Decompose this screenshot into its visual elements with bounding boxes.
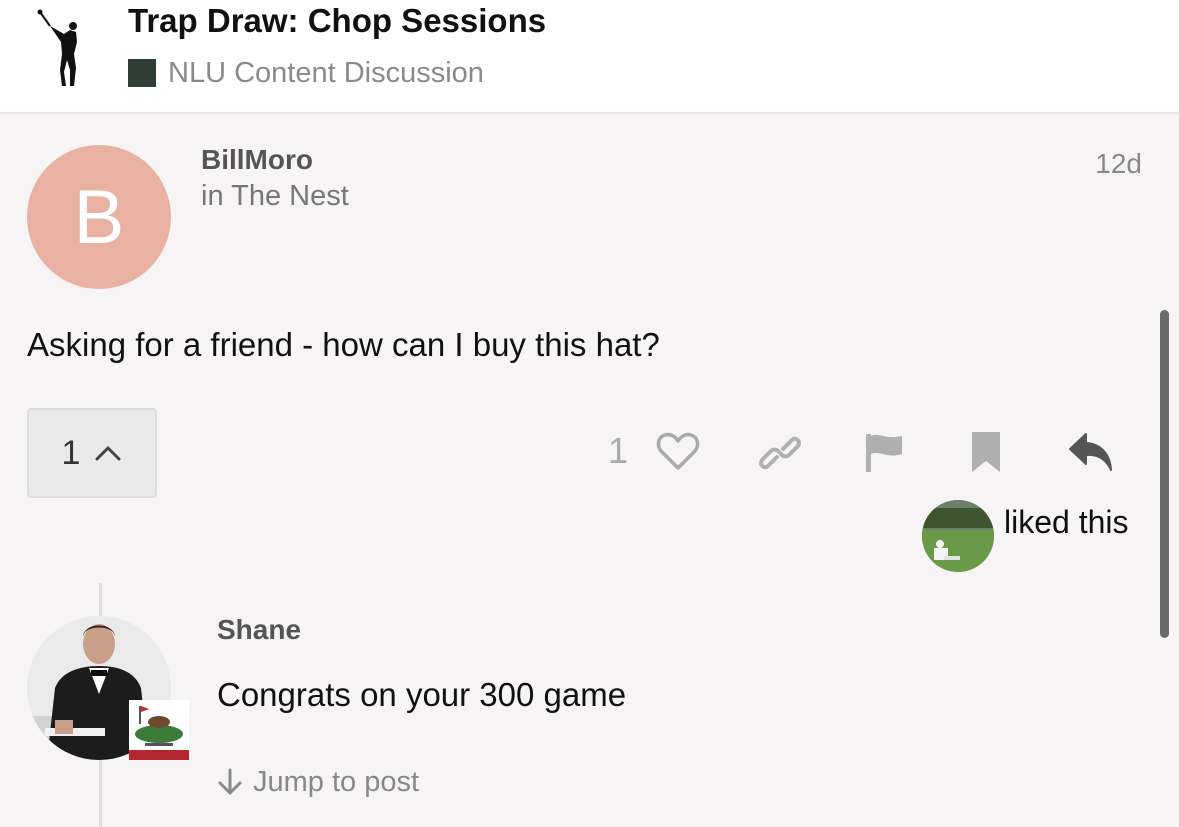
bookmark-icon[interactable] [970, 430, 1002, 474]
reply-username[interactable]: Shane [217, 614, 301, 646]
vote-count: 1 [61, 433, 81, 472]
topic-title[interactable]: Trap Draw: Chop Sessions [128, 2, 546, 40]
chevron-up-icon [95, 446, 121, 461]
avatar-letter: B [73, 174, 125, 260]
topic-header: Trap Draw: Chop Sessions NLU Content Dis… [0, 0, 1179, 114]
jump-to-post-link[interactable]: Jump to post [217, 762, 419, 802]
heart-icon[interactable] [656, 432, 700, 472]
reply-body: Congrats on your 300 game [217, 676, 627, 713]
upvote-button[interactable]: 1 [27, 408, 157, 498]
post-username[interactable]: BillMoro [201, 144, 313, 176]
post-age[interactable]: 12d [1095, 148, 1142, 180]
avatar[interactable]: B [27, 145, 171, 289]
liked-by-avatar[interactable] [922, 500, 994, 572]
category-color-swatch [128, 59, 156, 87]
post-body: Asking for a friend - how can I buy this… [27, 326, 660, 363]
link-icon[interactable] [758, 435, 802, 471]
category-link[interactable]: NLU Content Discussion [128, 56, 484, 90]
category-name: NLU Content Discussion [168, 56, 484, 89]
california-flag-icon [129, 700, 189, 760]
post-category[interactable]: in The Nest [201, 180, 349, 213]
golfer-logo-icon[interactable] [30, 8, 96, 88]
scrollbar[interactable] [1160, 310, 1169, 638]
flag-icon[interactable] [864, 432, 904, 474]
like-count[interactable]: 1 [608, 430, 628, 472]
liked-this-text: liked this [1004, 504, 1129, 540]
arrow-down-icon [218, 768, 242, 795]
jump-to-post-label: Jump to post [253, 765, 420, 798]
reply-icon[interactable] [1068, 432, 1114, 472]
